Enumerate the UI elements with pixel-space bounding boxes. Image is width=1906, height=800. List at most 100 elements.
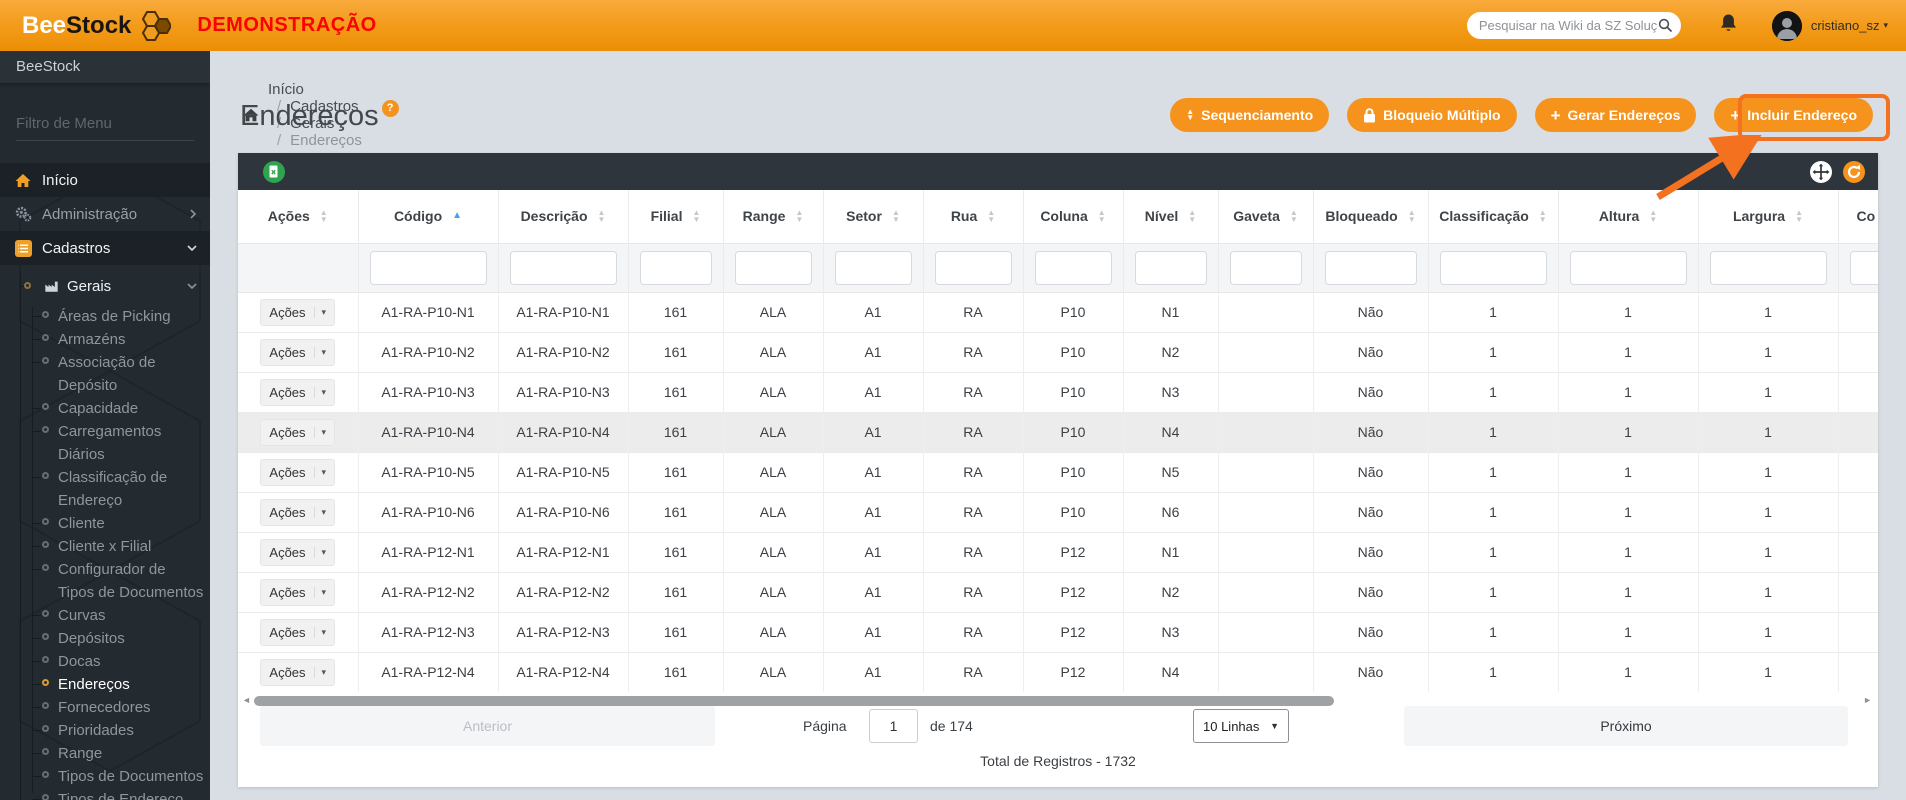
scrollbar-thumb[interactable]: [254, 696, 1334, 706]
sidebar-subitem[interactable]: Cliente x Filial: [0, 535, 210, 558]
enderecos-table: Ações▲▼ Código▲▼ Descrição▲▼ Filial▲▼ Ra…: [238, 190, 1878, 692]
column-header[interactable]: Bloqueado▲▼: [1313, 190, 1428, 243]
row-actions-button[interactable]: Ações▾: [260, 539, 335, 566]
sidebar-subitem[interactable]: Associação de Depósito: [0, 351, 210, 397]
autofit-columns-icon[interactable]: [1809, 160, 1833, 184]
sidebar-subitem[interactable]: Áreas de Picking: [0, 305, 210, 328]
column-header[interactable]: Co▲▼: [1838, 190, 1878, 243]
column-filter-input[interactable]: [735, 251, 812, 285]
bullet-icon: [42, 610, 49, 617]
row-actions-button[interactable]: Ações▾: [260, 339, 335, 366]
sidebar-subitem[interactable]: Classificação de Endereço: [0, 466, 210, 512]
bullet-icon: [42, 426, 49, 433]
column-header[interactable]: Classificação▲▼: [1428, 190, 1558, 243]
row-actions-button[interactable]: Ações▾: [260, 299, 335, 326]
factory-icon: [44, 279, 59, 293]
row-actions-button[interactable]: Ações▾: [260, 659, 335, 686]
sequenciamento-button[interactable]: ▲▼ Sequenciamento: [1170, 98, 1329, 132]
cell-nivel: N4: [1162, 664, 1180, 680]
page-size-select[interactable]: 10 Linhas ▼: [1193, 709, 1289, 743]
column-filter-input[interactable]: [1035, 251, 1112, 285]
cell-nivel: N4: [1162, 424, 1180, 440]
sidebar-subitem[interactable]: Depósitos: [0, 627, 210, 650]
column-filter-input[interactable]: [1230, 251, 1302, 285]
column-header[interactable]: Coluna▲▼: [1023, 190, 1123, 243]
wiki-search-input[interactable]: [1479, 18, 1658, 33]
column-filter-input[interactable]: [835, 251, 912, 285]
cell-rua: RA: [963, 504, 982, 520]
row-actions-button[interactable]: Ações▾: [260, 579, 335, 606]
breadcrumb-item[interactable]: /Endereços: [268, 132, 362, 149]
previous-page-button[interactable]: Anterior: [260, 706, 715, 746]
sidebar-subitem[interactable]: Range: [0, 742, 210, 765]
column-filter-input[interactable]: [1135, 251, 1207, 285]
sidebar-subitem[interactable]: Tipos de Documentos: [0, 765, 210, 788]
sidebar-group-gerais[interactable]: Gerais: [0, 271, 210, 301]
cell-setor: A1: [864, 424, 881, 440]
row-actions-button[interactable]: Ações▾: [260, 419, 335, 446]
column-filter-input[interactable]: [1850, 251, 1879, 285]
row-actions-button[interactable]: Ações▾: [260, 619, 335, 646]
column-filter-input[interactable]: [935, 251, 1012, 285]
filter-cell: [1428, 243, 1558, 292]
caret-down-icon: ▾: [314, 347, 327, 358]
cell-bloqueado: Não: [1358, 344, 1384, 360]
sidebar-subitem[interactable]: Capacidade: [0, 397, 210, 420]
scroll-right-icon[interactable]: ►: [1863, 695, 1872, 705]
row-actions-button[interactable]: Ações▾: [260, 459, 335, 486]
sidebar-subitem[interactable]: Cliente: [0, 512, 210, 535]
sidebar-subitem[interactable]: Endereços: [0, 673, 210, 696]
notifications-bell-icon[interactable]: [1719, 13, 1738, 38]
gerar-enderecos-button[interactable]: + Gerar Endereços: [1535, 98, 1697, 132]
help-icon[interactable]: ?: [382, 100, 399, 117]
column-filter-input[interactable]: [640, 251, 712, 285]
user-menu-caret-icon[interactable]: ▾: [1883, 20, 1888, 31]
sidebar-subitem[interactable]: Armazéns: [0, 328, 210, 351]
cell-rua: RA: [963, 304, 982, 320]
column-filter-input[interactable]: [1710, 251, 1827, 285]
column-filter-input[interactable]: [370, 251, 487, 285]
sidebar-item-inicio[interactable]: Início: [0, 163, 210, 197]
row-actions-button[interactable]: Ações▾: [260, 379, 335, 406]
column-filter-input[interactable]: [1570, 251, 1687, 285]
incluir-endereco-button[interactable]: + Incluir Endereço: [1714, 98, 1873, 132]
user-menu[interactable]: cristiano_sz: [1811, 18, 1880, 33]
page-number-input[interactable]: [869, 709, 918, 743]
refresh-icon[interactable]: [1842, 160, 1866, 184]
excel-export-icon[interactable]: [262, 160, 286, 184]
user-avatar[interactable]: [1772, 11, 1802, 41]
sidebar-subitem[interactable]: Docas: [0, 650, 210, 673]
column-header[interactable]: Código▲▼: [358, 190, 498, 243]
sidebar-subitem[interactable]: Carregamentos Diários: [0, 420, 210, 466]
column-header[interactable]: Filial▲▼: [628, 190, 723, 243]
sidebar-subitem[interactable]: Curvas: [0, 604, 210, 627]
column-filter-input[interactable]: [510, 251, 617, 285]
cell-coluna: P12: [1061, 624, 1086, 640]
menu-filter-input[interactable]: [16, 111, 194, 140]
sidebar-subitem[interactable]: Configurador de Tipos de Documentos: [0, 558, 210, 604]
column-header[interactable]: Range▲▼: [723, 190, 823, 243]
sidebar-subitem[interactable]: Fornecedores: [0, 696, 210, 719]
sidebar-item-cadastros[interactable]: Cadastros: [0, 231, 210, 265]
sidebar-subitem[interactable]: Prioridades: [0, 719, 210, 742]
search-icon[interactable]: [1658, 18, 1673, 33]
bloqueio-multiplo-button[interactable]: Bloqueio Múltiplo: [1347, 98, 1516, 132]
sidebar-subitem[interactable]: Tipos de Endereço: [0, 788, 210, 800]
scroll-left-icon[interactable]: ◄: [242, 695, 251, 705]
next-page-button[interactable]: Próximo: [1404, 706, 1848, 746]
column-header[interactable]: Nível▲▼: [1123, 190, 1218, 243]
column-header[interactable]: Descrição▲▼: [498, 190, 628, 243]
breadcrumb-item[interactable]: /Início: [268, 81, 362, 98]
column-header[interactable]: Rua▲▼: [923, 190, 1023, 243]
sidebar-item-administracao[interactable]: Administração: [0, 197, 210, 231]
column-header[interactable]: Ações▲▼: [238, 190, 358, 243]
column-filter-input[interactable]: [1325, 251, 1417, 285]
column-filter-input[interactable]: [1440, 251, 1547, 285]
row-actions-button[interactable]: Ações▾: [260, 499, 335, 526]
cell-classificacao: 1: [1489, 304, 1497, 320]
sort-icon: ▲▼: [1186, 109, 1194, 121]
cell-range: ALA: [760, 384, 786, 400]
column-header[interactable]: Setor▲▼: [823, 190, 923, 243]
column-header[interactable]: Gaveta▲▼: [1218, 190, 1313, 243]
cell-range: ALA: [760, 304, 786, 320]
